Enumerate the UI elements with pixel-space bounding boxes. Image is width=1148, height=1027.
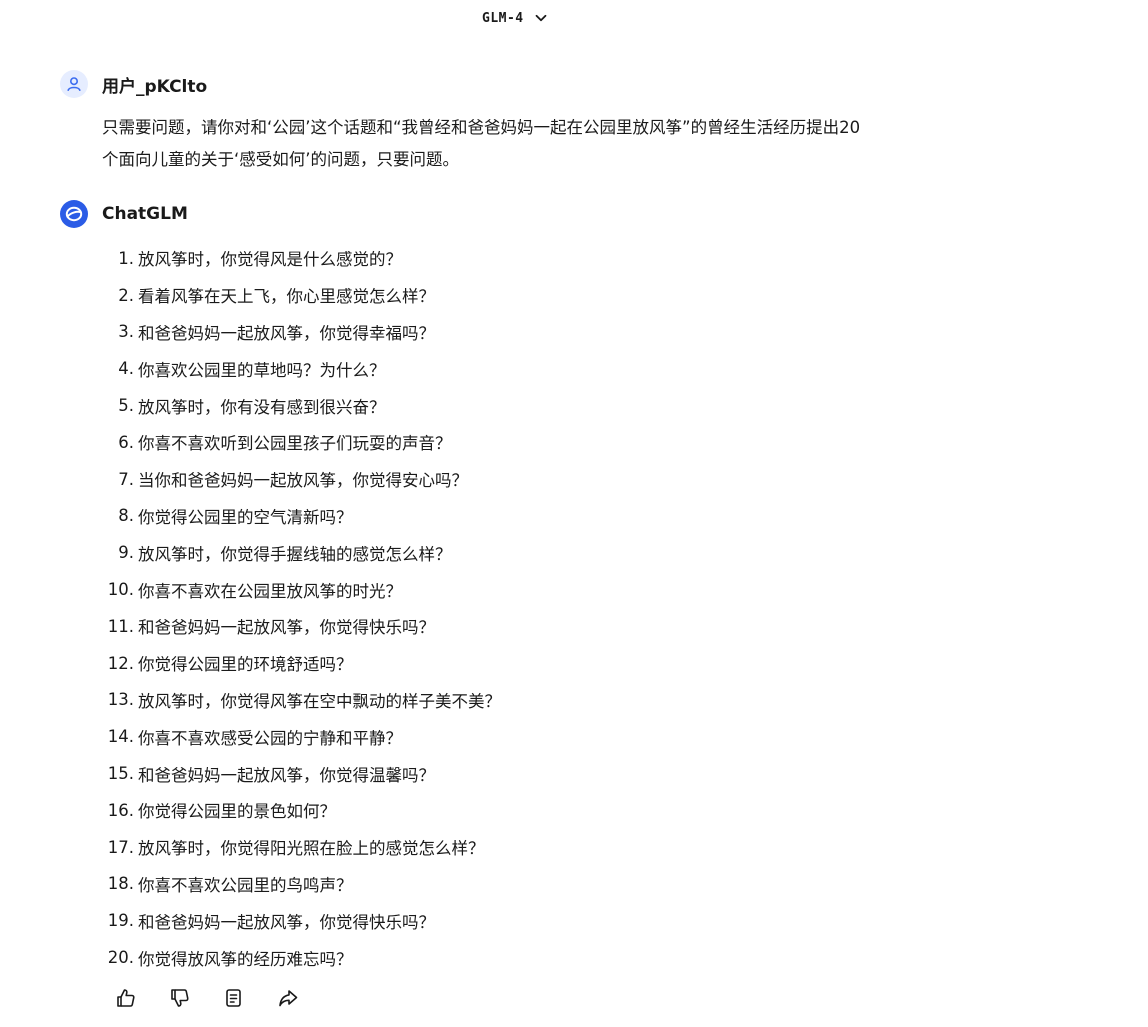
list-item: 7. 当你和爸爸妈妈一起放风筝，你觉得安心吗？ (102, 461, 501, 498)
list-item: 2. 看着风筝在天上飞，你心里感觉怎么样？ (102, 277, 501, 314)
list-item-text: 放风筝时，你觉得手握线轴的感觉怎么样？ (138, 544, 452, 564)
list-item: 13. 放风筝时，你觉得风筝在空中飘动的样子美不美？ (102, 682, 501, 719)
list-item: 8. 你觉得公园里的空气清新吗？ (102, 498, 501, 535)
list-item-text: 你觉得公园里的景色如何？ (138, 802, 336, 822)
top-bar: GLM-4 (0, 0, 1148, 36)
list-item-number: 11. (107, 616, 134, 636)
list-item-text: 你喜不喜欢公园里的鸟鸣声？ (138, 875, 353, 895)
list-item-number: 12. (107, 653, 134, 673)
list-item-text: 和爸爸妈妈一起放风筝，你觉得快乐吗？ (138, 912, 435, 932)
list-item-text: 放风筝时，你觉得阳光照在脸上的感觉怎么样？ (138, 839, 485, 859)
chatglm-logo-icon (64, 204, 84, 224)
list-item-text: 当你和爸爸妈妈一起放风筝，你觉得安心吗？ (138, 471, 468, 491)
user-author-name: 用户_pKClto (102, 76, 208, 97)
user-icon (65, 75, 83, 93)
list-item-text: 你喜不喜欢听到公园里孩子们玩耍的声音？ (138, 434, 452, 454)
thumbs-down-icon[interactable] (168, 986, 191, 1009)
list-item-text: 你喜欢公园里的草地吗？为什么？ (138, 360, 386, 380)
list-item-number: 9. (118, 543, 134, 563)
assistant-author-name: ChatGLM (102, 204, 188, 224)
list-item-text: 放风筝时，你觉得风是什么感觉的？ (138, 250, 402, 270)
list-item: 4. 你喜欢公园里的草地吗？为什么？ (102, 350, 501, 387)
list-item-text: 你喜不喜欢感受公园的宁静和平静？ (138, 728, 402, 748)
list-item: 9. 放风筝时，你觉得手握线轴的感觉怎么样？ (102, 534, 501, 571)
model-name: GLM-4 (482, 10, 524, 26)
list-item-number: 3. (118, 322, 134, 342)
list-item-number: 17. (107, 837, 134, 857)
list-item-text: 你觉得公园里的环境舒适吗？ (138, 655, 353, 675)
list-item: 3. 和爸爸妈妈一起放风筝，你觉得幸福吗？ (102, 314, 501, 351)
chevron-down-icon (534, 11, 548, 25)
list-item-number: 1. (118, 248, 134, 268)
list-item-number: 10. (107, 580, 134, 600)
list-item: 15. 和爸爸妈妈一起放风筝，你觉得温馨吗？ (102, 755, 501, 792)
share-icon[interactable] (276, 986, 299, 1009)
list-item: 1. 放风筝时，你觉得风是什么感觉的？ (102, 240, 501, 277)
message-actions (114, 986, 299, 1009)
list-item: 12. 你觉得公园里的环境舒适吗？ (102, 645, 501, 682)
list-item-number: 19. (107, 911, 134, 931)
list-item-number: 5. (118, 396, 134, 416)
list-item-number: 16. (107, 800, 134, 820)
list-item: 18. 你喜不喜欢公园里的鸟鸣声？ (102, 866, 501, 903)
list-item: 19. 和爸爸妈妈一起放风筝，你觉得快乐吗？ (102, 902, 501, 939)
list-item: 11. 和爸爸妈妈一起放风筝，你觉得快乐吗？ (102, 608, 501, 645)
list-item-number: 6. (118, 432, 134, 452)
user-message-header: 用户_pKClto (60, 70, 207, 98)
list-item-number: 13. (107, 690, 134, 710)
list-item-text: 放风筝时，你有没有感到很兴奋？ (138, 397, 386, 417)
list-item: 17. 放风筝时，你觉得阳光照在脸上的感觉怎么样？ (102, 829, 501, 866)
list-item-text: 看着风筝在天上飞，你心里感觉怎么样？ (138, 287, 435, 307)
user-message-line: 个面向儿童的关于‘感受如何’的问题，只要问题。 (102, 150, 459, 169)
thumbs-up-icon[interactable] (114, 986, 137, 1009)
list-item-text: 和爸爸妈妈一起放风筝，你觉得快乐吗？ (138, 618, 435, 638)
list-item-number: 14. (107, 727, 134, 747)
list-item-number: 8. (118, 506, 134, 526)
list-item-text: 放风筝时，你觉得风筝在空中飘动的样子美不美？ (138, 691, 501, 711)
list-item: 20. 你觉得放风筝的经历难忘吗？ (102, 939, 501, 976)
list-item-number: 15. (107, 764, 134, 784)
user-message-line: 只需要问题，请你对和‘公园’这个话题和“我曾经和爸爸妈妈一起在公园里放风筝”的曾… (102, 118, 861, 137)
chatglm-avatar (60, 200, 88, 228)
list-item-number: 4. (118, 359, 134, 379)
list-item-text: 和爸爸妈妈一起放风筝，你觉得温馨吗？ (138, 765, 435, 785)
list-item: 16. 你觉得公园里的景色如何？ (102, 792, 501, 829)
answer-list: 1. 放风筝时，你觉得风是什么感觉的？ 2. 看着风筝在天上飞，你心里感觉怎么样？ 3.… (102, 240, 501, 976)
list-item-number: 7. (118, 469, 134, 489)
list-item: 6. 你喜不喜欢听到公园里孩子们玩耍的声音？ (102, 424, 501, 461)
user-avatar (60, 70, 88, 98)
copy-icon[interactable] (222, 986, 245, 1009)
list-item-number: 2. (118, 285, 134, 305)
assistant-message-header: ChatGLM (60, 200, 188, 228)
list-item-text: 你喜不喜欢在公园里放风筝的时光？ (138, 581, 402, 601)
model-selector[interactable]: GLM-4 (482, 8, 548, 28)
list-item-text: 你觉得公园里的空气清新吗？ (138, 507, 353, 527)
list-item-text: 和爸爸妈妈一起放风筝，你觉得幸福吗？ (138, 323, 435, 343)
user-message-text: 只需要问题，请你对和‘公园’这个话题和“我曾经和爸爸妈妈一起在公园里放风筝”的曾… (102, 112, 1002, 176)
list-item: 14. 你喜不喜欢感受公园的宁静和平静？ (102, 718, 501, 755)
list-item: 10. 你喜不喜欢在公园里放风筝的时光？ (102, 571, 501, 608)
list-item: 5. 放风筝时，你有没有感到很兴奋？ (102, 387, 501, 424)
list-item-number: 20. (107, 948, 134, 968)
list-item-text: 你觉得放风筝的经历难忘吗？ (138, 949, 353, 969)
list-item-number: 18. (107, 874, 134, 894)
